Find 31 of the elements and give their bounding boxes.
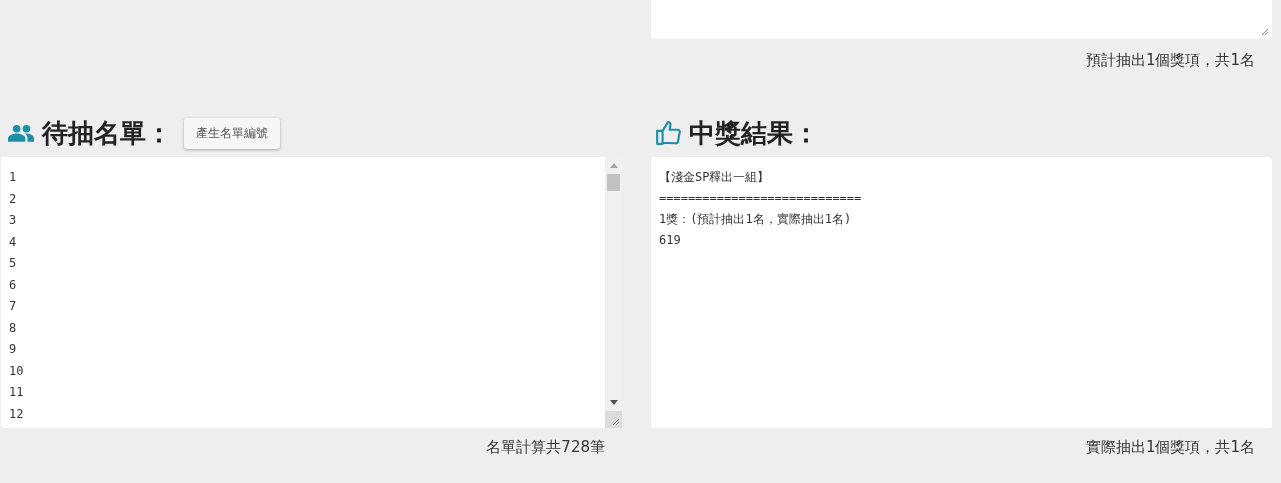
scroll-thumb[interactable] bbox=[607, 174, 620, 191]
resize-grip-icon[interactable] bbox=[612, 418, 620, 426]
count-text: 名單計算共728筆 bbox=[485, 437, 606, 457]
list-line: 5 bbox=[9, 255, 18, 272]
list-line: 10 bbox=[9, 362, 25, 380]
result-line: 619 bbox=[659, 232, 682, 249]
result-line: 【淺金SP釋出一組】 bbox=[659, 169, 771, 186]
summary-text: 預計抽出1個獎項，共1名 bbox=[1084, 50, 1256, 70]
list-line: 3 bbox=[9, 212, 18, 229]
result-line: ============================ bbox=[659, 190, 863, 207]
list-line: 11 bbox=[9, 384, 25, 401]
list-line: 6 bbox=[9, 276, 18, 294]
scroll-up-icon[interactable] bbox=[609, 163, 618, 168]
scroll-down-icon[interactable] bbox=[609, 400, 618, 405]
generate-numbers-button[interactable]: 產生名單編號 bbox=[184, 117, 280, 149]
list-line: 2 bbox=[9, 190, 18, 208]
people-icon bbox=[8, 124, 34, 142]
section-title: 待抽名單： bbox=[42, 116, 172, 150]
summary-text: 實際抽出1個獎項，共1名 bbox=[1084, 437, 1256, 457]
list-line: 12 bbox=[9, 405, 25, 423]
list-line: 9 bbox=[9, 341, 18, 358]
result-area[interactable]: 【淺金SP釋出一組】 ============================ 1獎：(預計抽出1名，實際抽出1名) 619 bbox=[651, 157, 1272, 428]
list-line: 7 bbox=[9, 298, 18, 315]
thumbs-up-icon bbox=[655, 120, 681, 146]
section-title: 中獎結果： bbox=[689, 116, 819, 150]
name-list-area[interactable]: 1 2 3 4 5 6 7 8 9 10 11 12 bbox=[1, 157, 622, 428]
list-line: 1 bbox=[9, 169, 18, 186]
resize-grip-icon[interactable] bbox=[1261, 28, 1269, 36]
result-line: 1獎：(預計抽出1名，實際抽出1名) bbox=[659, 211, 853, 228]
list-line: 8 bbox=[9, 319, 18, 337]
list-line: 4 bbox=[9, 233, 18, 251]
